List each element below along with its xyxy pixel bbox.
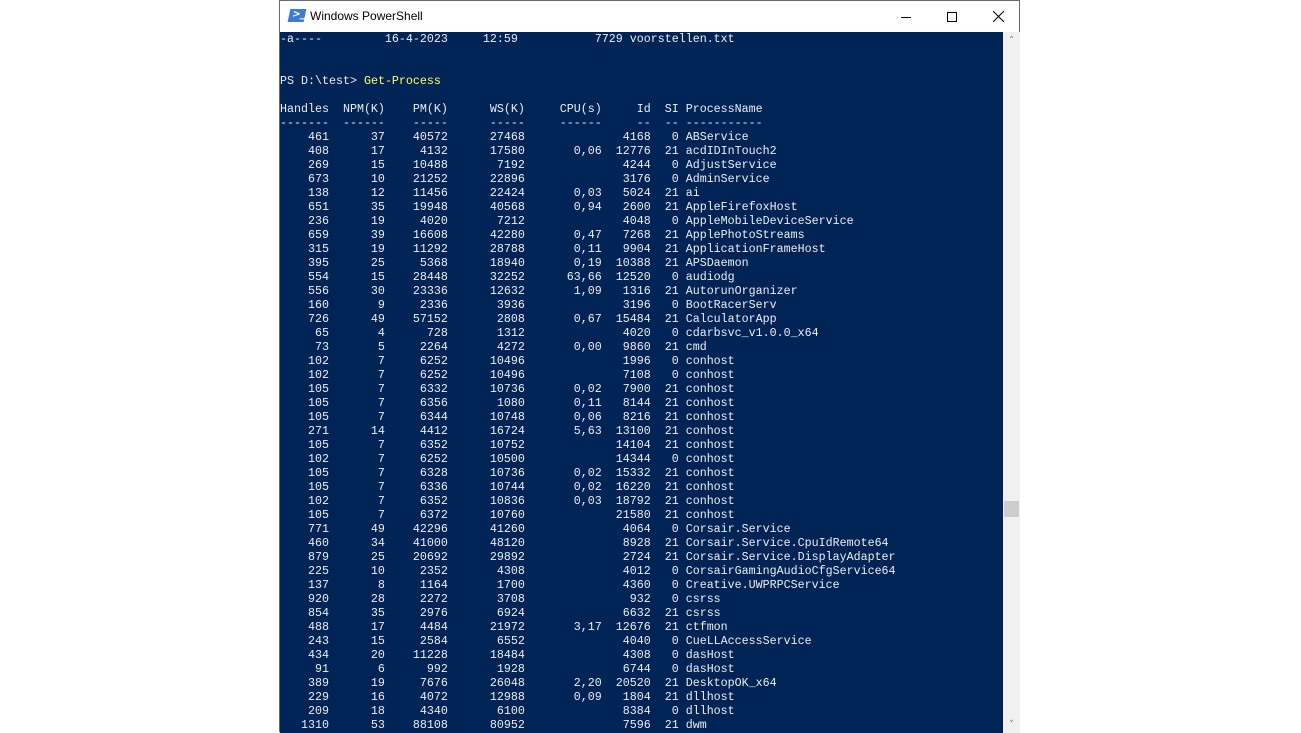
- file-listing-line: -a---- 16-4-2023 12:59 7729 voorstellen.…: [280, 32, 735, 46]
- table-row: 434 20 11228 18484 4308 0 dasHost: [280, 648, 735, 662]
- table-row: 236 19 4020 7212 4048 0 AppleMobileDevic…: [280, 214, 854, 228]
- table-row: 556 30 23336 12632 1,09 1316 21 AutorunO…: [280, 284, 798, 298]
- table-row: 105 7 6332 10736 0,02 7900 21 conhost: [280, 382, 735, 396]
- table-header: Handles NPM(K) PM(K) WS(K) CPU(s) Id SI …: [280, 102, 763, 116]
- table-row: 229 16 4072 12988 0,09 1804 21 dllhost: [280, 690, 735, 704]
- table-row: 65 4 728 1312 4020 0 cdarbsvc_v1.0.0_x64: [280, 326, 819, 340]
- powershell-icon: >_: [287, 9, 307, 22]
- table-row: 102 7 6252 10500 14344 0 conhost: [280, 452, 735, 466]
- table-row: 461 37 40572 27468 4168 0 ABService: [280, 130, 749, 144]
- table-row: 105 7 6328 10736 0,02 15332 21 conhost: [280, 466, 735, 480]
- table-row: 102 7 6252 10496 1996 0 conhost: [280, 354, 735, 368]
- table-row: 771 49 42296 41260 4064 0 Corsair.Servic…: [280, 522, 791, 536]
- table-row: 879 25 20692 29892 2724 21 Corsair.Servi…: [280, 550, 896, 564]
- console-output[interactable]: -a---- 16-4-2023 12:59 7729 voorstellen.…: [280, 32, 1003, 733]
- prompt-line: PS D:\test> Get-Process: [280, 74, 1003, 88]
- table-row: 389 19 7676 26048 2,20 20520 21 DesktopO…: [280, 676, 777, 690]
- table-row: 73 5 2264 4272 0,00 9860 21 cmd: [280, 340, 707, 354]
- powershell-window: >_ Windows PowerShell -a---- 16-4-2023 1…: [279, 0, 1020, 733]
- command: Get-Process: [363, 74, 441, 88]
- close-icon: [992, 11, 1004, 22]
- table-row: 488 17 4484 21972 3,17 12676 21 ctfmon: [280, 620, 728, 634]
- table-row: 460 34 41000 48120 8928 21 Corsair.Servi…: [280, 536, 889, 550]
- table-row: 105 7 6372 10760 21580 21 conhost: [280, 508, 735, 522]
- table-header-underline: ------- ------ ----- ----- ------ -- -- …: [280, 116, 763, 130]
- table-row: 1310 53 88108 80952 7596 21 dwm: [280, 718, 707, 732]
- scrollbar-thumb[interactable]: [1004, 501, 1019, 517]
- table-row: 408 17 4132 17580 0,06 12776 21 acdIDInT…: [280, 144, 777, 158]
- table-row: 209 18 4340 6100 8384 0 dllhost: [280, 704, 735, 718]
- table-row: 651 35 19948 40568 0,94 2600 21 AppleFir…: [280, 200, 798, 214]
- table-row: 271 14 4412 16724 5,63 13100 21 conhost: [280, 424, 735, 438]
- table-row: 225 10 2352 4308 4012 0 CorsairGamingAud…: [280, 564, 896, 578]
- maximize-button[interactable]: [929, 1, 975, 32]
- prompt: PS D:\test>: [280, 74, 364, 88]
- table-row: 138 12 11456 22424 0,03 5024 21 ai: [280, 186, 700, 200]
- table-row: 105 7 6356 1080 0,11 8144 21 conhost: [280, 396, 735, 410]
- maximize-icon: [947, 11, 957, 22]
- table-row: 315 19 11292 28788 0,11 9904 21 Applicat…: [280, 242, 826, 256]
- table-row: 243 15 2584 6552 4040 0 CueLLAccessServi…: [280, 634, 812, 648]
- table-row: 105 7 6336 10744 0,02 16220 21 conhost: [280, 480, 735, 494]
- table-row: 269 15 10488 7192 4244 0 AdjustService: [280, 158, 777, 172]
- table-row: 105 7 6352 10752 14104 21 conhost: [280, 438, 735, 452]
- scroll-down-arrow-icon[interactable]: ˅: [1003, 716, 1020, 733]
- table-row: 102 7 6352 10836 0,03 18792 21 conhost: [280, 494, 735, 508]
- table-row: 659 39 16608 42280 0,47 7268 21 ApplePho…: [280, 228, 805, 242]
- table-row: 160 9 2336 3936 3196 0 BootRacerServ: [280, 298, 777, 312]
- table-row: 102 7 6252 10496 7108 0 conhost: [280, 368, 735, 382]
- close-button[interactable]: [975, 1, 1021, 32]
- scroll-up-arrow-icon[interactable]: ˄: [1003, 32, 1020, 49]
- table-row: 854 35 2976 6924 6632 21 csrss: [280, 606, 721, 620]
- table-row: 395 25 5368 18940 0,19 10388 21 APSDaemo…: [280, 256, 749, 270]
- minimize-button[interactable]: [883, 1, 929, 32]
- window-title: Windows PowerShell: [310, 9, 423, 23]
- table-row: 554 15 28448 32252 63,66 12520 0 audiodg: [280, 270, 735, 284]
- table-row: 920 28 2272 3708 932 0 csrss: [280, 592, 721, 606]
- table-row: 137 8 1164 1700 4360 0 Creative.UWPRPCSe…: [280, 578, 840, 592]
- table-row: 105 7 6344 10748 0,06 8216 21 conhost: [280, 410, 735, 424]
- process-table: 461 37 40572 27468 4168 0 ABService 408 …: [280, 130, 1003, 732]
- table-row: 673 10 21252 22896 3176 0 AdminService: [280, 172, 770, 186]
- title-bar[interactable]: >_ Windows PowerShell: [280, 1, 1019, 32]
- minimize-icon: [901, 16, 911, 18]
- table-row: 726 49 57152 2808 0,67 15484 21 Calculat…: [280, 312, 777, 326]
- vertical-scrollbar[interactable]: ˄ ˅: [1003, 32, 1020, 733]
- table-row: 91 6 992 1928 6744 0 dasHost: [280, 662, 735, 676]
